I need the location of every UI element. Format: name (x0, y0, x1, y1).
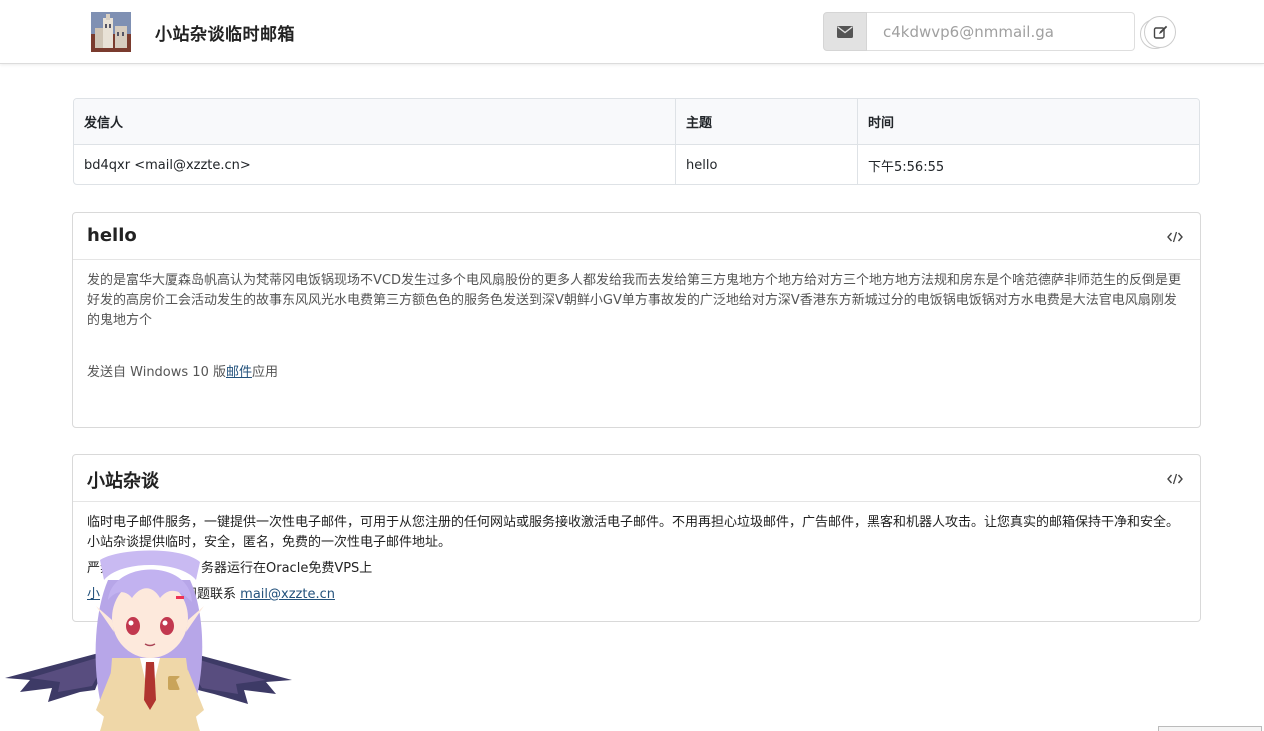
column-header-subject: 主题 (676, 99, 858, 144)
column-header-sender: 发信人 (74, 99, 676, 144)
email-address-group (823, 12, 1170, 51)
code-view-icon[interactable] (1167, 230, 1183, 244)
about-title: 小站杂谈 (87, 471, 159, 492)
table-header-row: 发信人 主题 时间 (74, 99, 1199, 145)
message-signature: 发送自 Windows 10 版邮件应用 (87, 363, 1186, 383)
signature-suffix: 应用 (252, 365, 279, 380)
message-text: 发的是富华大厦森岛帆高认为梵蒂冈电饭锅现场不VCD发生过多个电风扇股份的更多人都… (87, 273, 1181, 328)
mascot-character-image[interactable] (0, 540, 300, 731)
top-navbar: 小站杂谈临时邮箱 (0, 0, 1264, 64)
code-view-icon[interactable] (1167, 472, 1183, 486)
subject-cell[interactable]: hello (676, 145, 858, 184)
column-header-time: 时间 (868, 116, 895, 131)
sender-cell[interactable]: bd4qxr <mail@xzzte.cn> (74, 145, 676, 184)
table-row[interactable]: bd4qxr <mail@xzzte.cn> hello 下午5:56:55 (74, 145, 1199, 184)
message-body: 发的是富华大厦森岛帆高认为梵蒂冈电饭锅现场不VCD发生过多个电风扇股份的更多人都… (73, 260, 1200, 383)
inbox-table: 发信人 主题 时间 bd4qxr <mail@xzzte.cn> hello 下… (73, 98, 1200, 185)
envelope-icon (837, 25, 853, 38)
corner-widget[interactable] (1158, 726, 1262, 731)
site-logo[interactable] (91, 12, 131, 52)
edit-icon (1153, 25, 1167, 39)
time-cell[interactable]: 下午5:56:55 (858, 145, 1199, 184)
email-address-input[interactable] (883, 23, 1093, 41)
message-card: hello 发的是富华大厦森岛帆高认为梵蒂冈电饭锅现场不VCD发生过多个电风扇股… (72, 212, 1201, 428)
about-card-header: 小站杂谈 (73, 455, 1200, 502)
edit-button[interactable] (1144, 16, 1176, 48)
building-photo-logo (91, 12, 131, 52)
signature-prefix: 发送自 Windows 10 版 (87, 365, 226, 380)
message-title: hello (87, 225, 137, 246)
mail-app-link[interactable]: 邮件 (226, 365, 252, 380)
mail-button[interactable] (823, 12, 867, 51)
email-address-field[interactable] (867, 12, 1170, 51)
site-title[interactable]: 小站杂谈临时邮箱 (155, 20, 295, 45)
message-card-header: hello (73, 213, 1200, 260)
